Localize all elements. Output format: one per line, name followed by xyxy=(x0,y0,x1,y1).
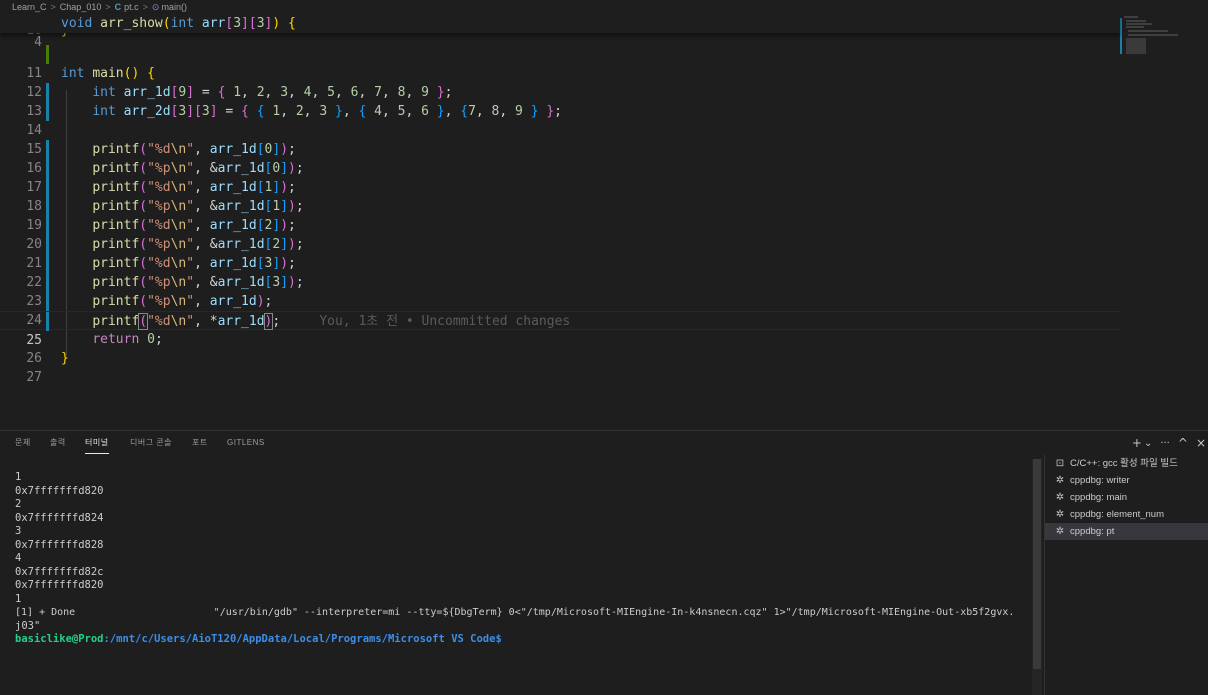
panel-actions: + ⌄ ··· ^ × xyxy=(1132,431,1206,455)
gutter-modified-marker xyxy=(46,254,49,273)
tab-terminal[interactable]: 터미널 xyxy=(85,431,109,454)
chevron-right-icon: > xyxy=(105,2,111,12)
terminal-icon: ⊡ xyxy=(1055,458,1065,469)
maximize-panel-icon[interactable]: ^ xyxy=(1178,436,1188,450)
code-line: printf("%p\n", arr_1d); xyxy=(92,294,273,309)
terminal-line: [1] + Done "/usr/bin/gdb" --interpreter=… xyxy=(15,607,1015,618)
tab-debug-console[interactable]: 디버그 콘솔 xyxy=(130,431,172,455)
prompt-user: basiclike@Prod xyxy=(15,633,104,645)
chevron-right-icon: > xyxy=(142,2,148,12)
gutter-modified-marker xyxy=(46,102,49,121)
gutter-modified-marker xyxy=(46,292,49,311)
code-line-current: printf("%d\n", *arr_1d); You, 1초 전 • Unc… xyxy=(92,313,571,330)
code-line: int main() { xyxy=(61,66,155,81)
gutter-added-marker xyxy=(46,45,49,64)
terminal-line: 0x7fffffffd820 xyxy=(15,484,104,497)
chevron-down-icon[interactable]: ⌄ xyxy=(1144,438,1152,449)
gutter-modified-marker xyxy=(46,273,49,292)
tab-output[interactable]: 출력 xyxy=(50,431,66,455)
terminal-list-item[interactable]: ✲ cppdbg: writer xyxy=(1045,472,1208,489)
debug-icon: ✲ xyxy=(1055,475,1065,486)
terminal-scrollbar[interactable] xyxy=(1032,459,1042,695)
terminal-line: 2 xyxy=(15,498,22,510)
tab-problems[interactable]: 문제 xyxy=(15,431,31,455)
gutter-modified-marker xyxy=(46,197,49,216)
debug-icon: ✲ xyxy=(1055,492,1065,503)
tab-ports[interactable]: 포트 xyxy=(192,431,208,455)
terminal-output[interactable]: 1 0x7fffffffd820 2 0x7fffffffd824 3 0x7ffffff… xyxy=(15,471,1035,647)
panel-tabs: 문제 출력 터미널 디버그 콘솔 포트 GITLENS xyxy=(0,431,1208,455)
tab-gitlens[interactable]: GITLENS xyxy=(227,431,265,455)
code-line: printf("%p\n", &arr_1d[1]); xyxy=(92,199,304,214)
add-terminal-icon[interactable]: + xyxy=(1132,436,1142,450)
terminal-line: 3 xyxy=(15,525,22,537)
more-actions-icon[interactable]: ··· xyxy=(1160,438,1170,449)
gutter-modified-marker xyxy=(46,140,49,159)
minimap[interactable] xyxy=(1120,14,1208,134)
terminal-line: 0x7fffffffd82c xyxy=(15,565,104,578)
code-line: printf("%p\n", &arr_1d[3]); xyxy=(92,275,304,290)
code-line: void arr_show(int arr[3][3]) { xyxy=(61,16,296,31)
terminal-list-item[interactable]: ✲ cppdbg: element_num xyxy=(1045,506,1208,523)
breadcrumb: Learn_C > Chap_010 > C pt.c > ⊙ main() xyxy=(0,0,1208,14)
debug-icon: ✲ xyxy=(1055,509,1065,520)
line-number: 27 xyxy=(26,370,42,385)
close-panel-icon[interactable]: × xyxy=(1196,436,1206,450)
inline-blame: You, 1초 전 • Uncommitted changes xyxy=(319,314,571,329)
code-line: printf("%d\n", arr_1d[0]); xyxy=(92,142,296,157)
gutter-modified-marker xyxy=(46,159,49,178)
terminal-line: 0x7fffffffd828 xyxy=(15,538,104,551)
code-line: int arr_1d[9] = { 1, 2, 3, 4, 5, 6, 7, 8… xyxy=(92,85,453,100)
breadcrumb-folder-learn-c[interactable]: Learn_C xyxy=(12,2,47,12)
code-line: printf("%p\n", &arr_1d[0]); xyxy=(92,161,304,176)
code-line: printf("%d\n", arr_1d[3]); xyxy=(92,256,296,271)
c-file-icon: C xyxy=(114,2,122,12)
terminal-scroll-thumb[interactable] xyxy=(1033,459,1041,669)
code-line: printf("%p\n", &arr_1d[2]); xyxy=(92,237,304,252)
sticky-scroll-header[interactable]: 4 void arr_show(int arr[3][3]) { xyxy=(0,14,1120,50)
terminal-list-item[interactable]: ⊡ C/C++: gcc 활성 파일 빌드 xyxy=(1045,455,1208,472)
terminal-line: 1 xyxy=(15,471,22,483)
terminal-line: 4 xyxy=(15,552,22,564)
terminal-line: 0x7fffffffd824 xyxy=(15,511,104,524)
breadcrumb-symbol[interactable]: main() xyxy=(161,2,187,12)
prompt-path: :/mnt/c/Users/AioT120/AppData/Local/Prog… xyxy=(103,633,502,645)
gutter-modified-marker xyxy=(46,216,49,235)
debug-icon: ✲ xyxy=(1055,526,1065,537)
terminal-line: j03" xyxy=(15,619,41,632)
terminal-list-item-selected[interactable]: ✲ cppdbg: pt xyxy=(1045,523,1208,540)
code-line: } xyxy=(61,351,69,366)
code-editor[interactable]: 11 12 int main() { 13 int arr_1d[9] = { … xyxy=(0,33,1120,385)
gutter-modified-marker xyxy=(46,178,49,197)
terminal-list: ⊡ C/C++: gcc 활성 파일 빌드 ✲ cppdbg: writer ✲… xyxy=(1044,455,1208,695)
terminal-list-item[interactable]: ✲ cppdbg: main xyxy=(1045,489,1208,506)
code-line: int arr_2d[3][3] = { { 1, 2, 3 }, { 4, 5… xyxy=(92,104,562,119)
terminal-prompt: basiclike@Prod:/mnt/c/Users/AioT120/AppD… xyxy=(15,633,1035,647)
terminal-line: 0x7fffffffd820 xyxy=(15,579,104,591)
code-line: return 0; xyxy=(92,332,163,347)
breadcrumb-folder-chap-010[interactable]: Chap_010 xyxy=(60,2,102,12)
code-line: printf("%d\n", arr_1d[1]); xyxy=(92,180,296,195)
gutter-modified-marker xyxy=(46,83,49,102)
gutter-modified-marker xyxy=(46,312,49,331)
bottom-panel: 문제 출력 터미널 디버그 콘솔 포트 GITLENS + ⌄ ··· ^ × … xyxy=(0,430,1208,695)
chevron-right-icon: > xyxy=(50,2,56,12)
line-number: 4 xyxy=(34,35,42,50)
function-symbol-icon: ⊙ xyxy=(151,1,160,12)
code-line: printf("%d\n", arr_1d[2]); xyxy=(92,218,296,233)
gutter-modified-marker xyxy=(46,235,49,254)
breadcrumb-file[interactable]: pt.c xyxy=(124,2,139,12)
terminal-line: 1 xyxy=(15,592,22,605)
